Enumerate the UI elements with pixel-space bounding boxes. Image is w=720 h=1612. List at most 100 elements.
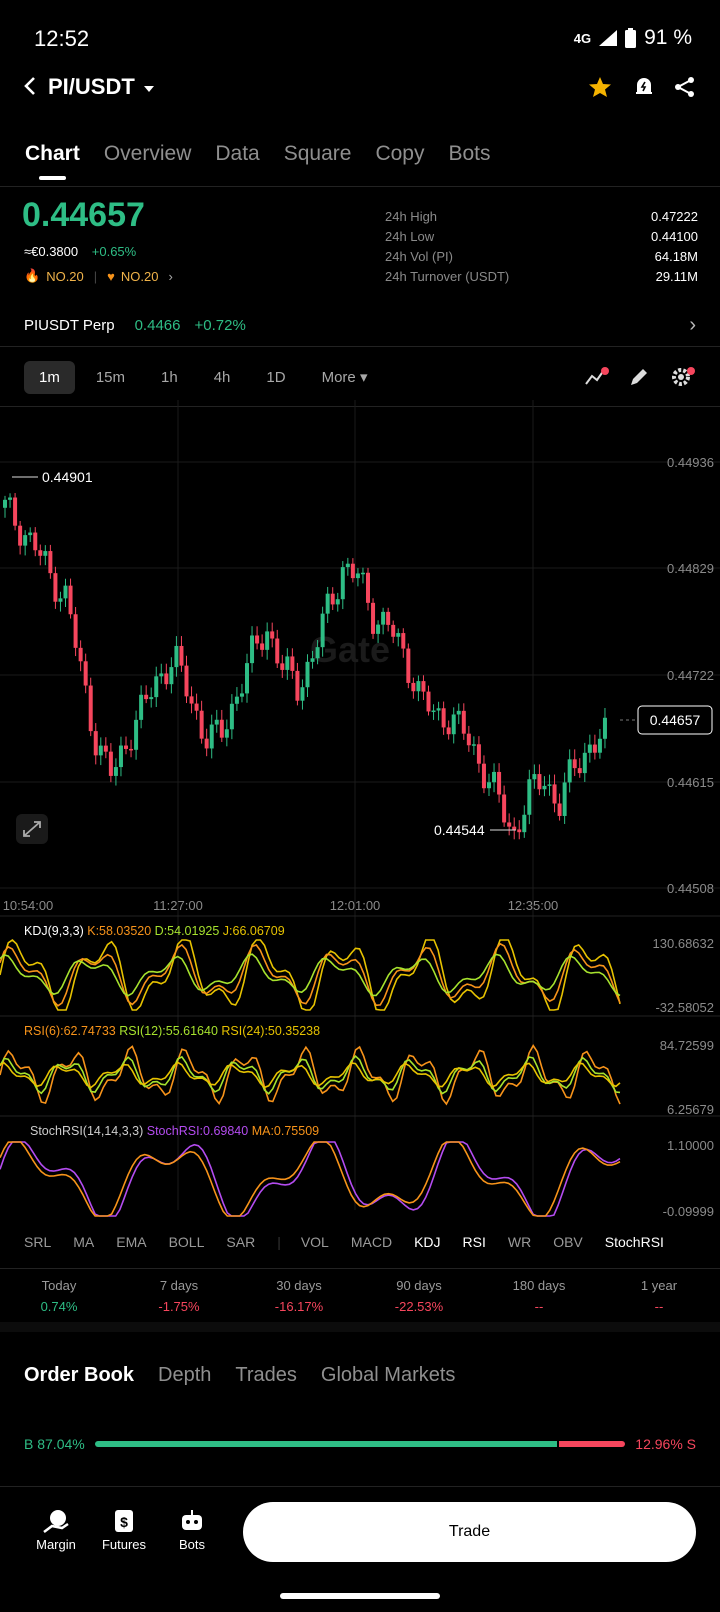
settings-gear-icon[interactable] bbox=[670, 366, 696, 388]
draw-pen-icon[interactable] bbox=[628, 366, 650, 388]
candle-body bbox=[567, 759, 572, 783]
pair-selector[interactable]: PI/USDT bbox=[48, 74, 155, 100]
perf-1y: 1 year -- bbox=[640, 1278, 678, 1314]
price-alert-icon[interactable] bbox=[634, 76, 654, 98]
perf-180d: 180 days -- bbox=[512, 1278, 566, 1314]
nav-futures-label: Futures bbox=[101, 1537, 147, 1552]
candle-body bbox=[164, 673, 169, 685]
pair-name: PI/USDT bbox=[48, 74, 135, 99]
kdj-lines bbox=[0, 938, 621, 1011]
tab-data[interactable]: Data bbox=[215, 142, 259, 166]
candle-body bbox=[265, 631, 270, 650]
stochrsi-value: StochRSI:0.69840 bbox=[147, 1124, 249, 1138]
ind-rsi[interactable]: RSI bbox=[463, 1234, 486, 1250]
candle-body bbox=[350, 563, 355, 579]
nav-bots-label: Bots bbox=[178, 1537, 205, 1552]
ind-boll[interactable]: BOLL bbox=[169, 1234, 205, 1250]
candle-body bbox=[517, 829, 522, 833]
expand-icon[interactable] bbox=[16, 814, 48, 844]
tab-bots[interactable]: Bots bbox=[448, 142, 490, 166]
candle-body bbox=[38, 550, 43, 556]
candle-body bbox=[129, 748, 134, 751]
favorite-star-icon[interactable] bbox=[588, 76, 612, 98]
kdj-min: -32.58052 bbox=[655, 1000, 714, 1015]
tf-1d[interactable]: 1D bbox=[251, 361, 300, 394]
candle-body bbox=[219, 719, 224, 738]
candle-body bbox=[280, 663, 285, 670]
candle-body bbox=[88, 685, 93, 732]
candle-body bbox=[43, 551, 48, 556]
rsi-lines bbox=[0, 1044, 621, 1106]
y-tick: 0.44615 bbox=[667, 775, 714, 790]
oscillator-line bbox=[0, 1044, 621, 1106]
tf-more[interactable]: More ▾ bbox=[307, 360, 383, 394]
candle-body bbox=[310, 658, 315, 662]
ind-ema[interactable]: EMA bbox=[116, 1234, 146, 1250]
candle-body bbox=[325, 593, 330, 614]
nav-margin-label: Margin bbox=[36, 1537, 76, 1552]
kdj-max: 130.68632 bbox=[653, 936, 714, 951]
tf-1h[interactable]: 1h bbox=[146, 361, 193, 394]
tab-overview[interactable]: Overview bbox=[104, 142, 192, 166]
candle-body bbox=[18, 525, 23, 546]
oscillator-line bbox=[0, 1054, 621, 1095]
candle-body bbox=[159, 673, 164, 677]
ind-macd[interactable]: MACD bbox=[351, 1234, 392, 1250]
candle-body bbox=[229, 703, 234, 730]
candle-body bbox=[245, 663, 249, 694]
ind-srl[interactable]: SRL bbox=[24, 1234, 51, 1250]
main-tabs: Chart Overview Data Square Copy Bots bbox=[25, 142, 515, 180]
last-price: 0.44657 bbox=[22, 196, 145, 234]
ind-ma[interactable]: MA bbox=[73, 1234, 94, 1250]
tab-square[interactable]: Square bbox=[284, 142, 352, 166]
tf-4h[interactable]: 4h bbox=[199, 361, 246, 394]
candle-body bbox=[169, 667, 174, 685]
tab-trades[interactable]: Trades bbox=[235, 1364, 297, 1387]
order-book-tabs: Order Book Depth Trades Global Markets bbox=[24, 1364, 479, 1387]
nav-bots[interactable]: Bots bbox=[162, 1508, 222, 1552]
rsi-min: 6.25679 bbox=[667, 1102, 714, 1117]
tab-chart[interactable]: Chart bbox=[25, 142, 80, 180]
candle-body bbox=[557, 803, 562, 816]
ind-sar[interactable]: SAR bbox=[226, 1234, 255, 1250]
indicator-icon[interactable] bbox=[584, 366, 610, 388]
candle-body bbox=[8, 497, 13, 500]
rsi-label: RSI(6):62.74733 RSI(12):55.61640 RSI(24)… bbox=[24, 1024, 320, 1038]
candle-body bbox=[315, 647, 320, 659]
candle-body bbox=[300, 687, 305, 701]
oscillator-line bbox=[0, 1061, 621, 1089]
trade-button[interactable]: Trade bbox=[243, 1502, 696, 1562]
ind-wr[interactable]: WR bbox=[508, 1234, 531, 1250]
candle-body bbox=[78, 647, 83, 662]
nav-futures[interactable]: $ Futures bbox=[94, 1508, 154, 1552]
candle-body bbox=[527, 779, 532, 815]
candle-body bbox=[396, 633, 401, 637]
candle-body bbox=[83, 661, 88, 686]
tab-order-book[interactable]: Order Book bbox=[24, 1364, 134, 1387]
ind-kdj[interactable]: KDJ bbox=[414, 1234, 440, 1250]
ind-stochrsi[interactable]: StochRSI bbox=[605, 1234, 664, 1250]
tab-global-markets[interactable]: Global Markets bbox=[321, 1364, 456, 1387]
tab-depth[interactable]: Depth bbox=[158, 1364, 211, 1387]
perp-row[interactable]: PIUSDT Perp 0.4466 +0.72% › bbox=[24, 314, 696, 337]
candlestick-chart[interactable]: Gate 0.44936 0.44829 0.44722 0.44615 0.4… bbox=[0, 400, 720, 1230]
candle-body bbox=[63, 585, 68, 599]
back-icon[interactable] bbox=[22, 76, 38, 96]
tf-15m[interactable]: 15m bbox=[81, 361, 140, 394]
ind-obv[interactable]: OBV bbox=[553, 1234, 583, 1250]
indicator-tabs: SRL MA EMA BOLL SAR | VOL MACD KDJ RSI W… bbox=[24, 1234, 664, 1250]
kdj-d: D:54.01925 bbox=[155, 924, 220, 938]
rank-row[interactable]: 🔥 NO.20 | ♥ NO.20 › bbox=[24, 268, 173, 284]
rsi-24: RSI(24):50.35238 bbox=[221, 1024, 320, 1038]
nav-margin[interactable]: Margin bbox=[26, 1508, 86, 1552]
candle-body bbox=[224, 729, 229, 738]
tab-copy[interactable]: Copy bbox=[375, 142, 424, 166]
share-icon[interactable] bbox=[674, 76, 696, 98]
tf-1m[interactable]: 1m bbox=[24, 360, 75, 394]
kdj-name: KDJ(9,3,3) bbox=[24, 924, 84, 938]
perf-7d: 7 days -1.75% bbox=[158, 1278, 200, 1314]
rsi-12: RSI(12):55.61640 bbox=[119, 1024, 218, 1038]
candle-body bbox=[547, 784, 552, 786]
candle-body bbox=[285, 656, 290, 670]
ind-vol[interactable]: VOL bbox=[301, 1234, 329, 1250]
